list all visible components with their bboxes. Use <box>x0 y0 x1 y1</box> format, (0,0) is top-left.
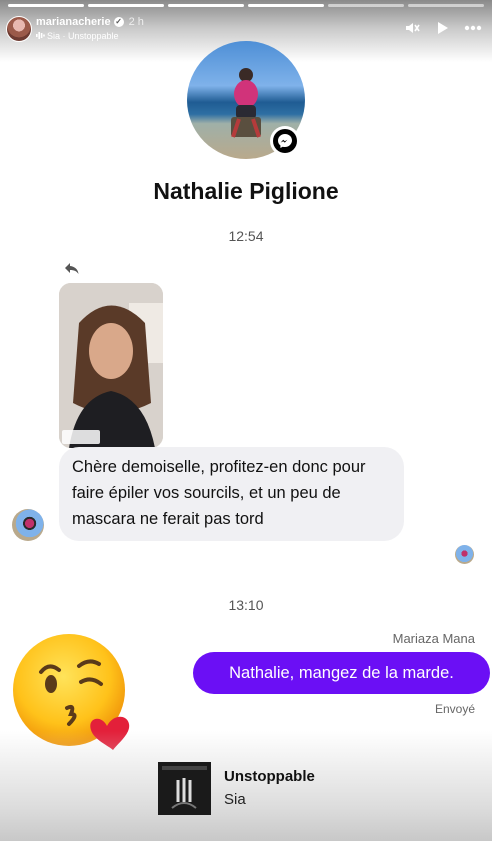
audio-bars-icon <box>36 32 45 39</box>
more-icon[interactable] <box>464 25 482 31</box>
progress-segment <box>328 4 404 7</box>
reply-icon <box>65 263 79 274</box>
outgoing-message-bubble[interactable]: Nathalie, mangez de la marde. <box>193 652 490 694</box>
album-art[interactable] <box>158 762 211 815</box>
music-track-artist[interactable]: Sia <box>224 791 246 808</box>
music-track-title[interactable]: Unstoppable <box>224 768 315 785</box>
message-status: Envoyé <box>434 702 475 716</box>
story-progress-bar <box>8 4 484 7</box>
mute-icon[interactable] <box>404 20 420 36</box>
story-username[interactable]: marianacherie <box>36 16 111 28</box>
contact-name: Nathalie Piglione <box>153 178 339 204</box>
story-author[interactable]: marianacherie ✓ 2 h <box>36 16 144 28</box>
messenger-icon <box>278 134 292 148</box>
story-bottom-overlay <box>0 731 492 841</box>
progress-segment <box>248 4 324 7</box>
album-cover-image <box>158 762 211 815</box>
outgoing-sender-name: Mariaza Mana <box>392 631 475 646</box>
incoming-message-bubble[interactable]: Chère demoiselle, profitez-en donc pour … <box>59 447 404 541</box>
video-thumbnail-image <box>59 283 163 448</box>
progress-segment <box>408 4 484 7</box>
play-icon[interactable] <box>435 21 449 35</box>
message-timestamp: 12:54 <box>228 228 264 244</box>
messenger-badge <box>270 126 300 156</box>
story-controls <box>404 20 482 36</box>
story-author-avatar[interactable] <box>6 16 32 42</box>
progress-segment <box>168 4 244 7</box>
verified-icon: ✓ <box>113 17 124 27</box>
progress-segment <box>88 4 164 7</box>
story-music-label: Sia · Unstoppable <box>47 31 119 41</box>
replied-media-thumbnail[interactable] <box>59 283 163 448</box>
story-time: 2 h <box>128 16 144 28</box>
message-timestamp: 13:10 <box>228 597 264 613</box>
sender-avatar[interactable] <box>12 509 44 541</box>
media-caption-overlay <box>62 430 100 444</box>
seen-receipt-avatar <box>455 545 474 564</box>
story-music-line[interactable]: Sia · Unstoppable <box>36 31 119 41</box>
progress-segment <box>8 4 84 7</box>
